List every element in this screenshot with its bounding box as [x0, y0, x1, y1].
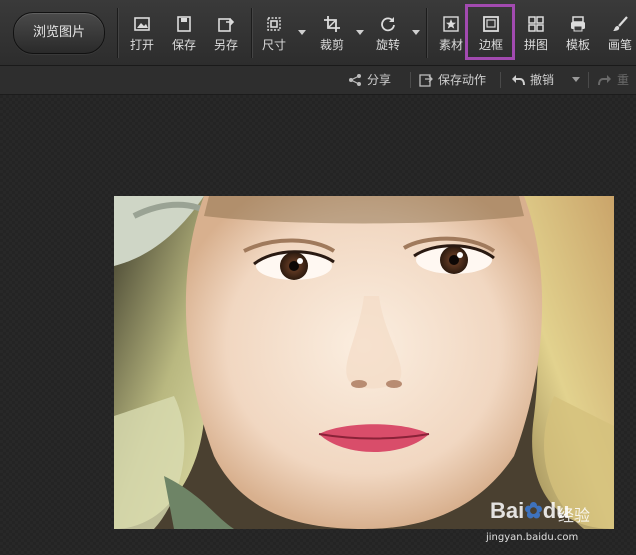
action-divider [500, 72, 501, 88]
save-icon [175, 15, 193, 33]
crop-label: 裁剪 [319, 38, 344, 52]
action-bar: 分享 保存动作 撤销 重做 [0, 66, 636, 115]
save-as-button[interactable]: 另存 [206, 6, 246, 58]
open-button[interactable]: 打开 [122, 6, 162, 58]
rotate-dropdown-arrow[interactable] [412, 30, 420, 35]
save-as-label: 另存 [213, 38, 238, 52]
edited-photo[interactable] [114, 196, 614, 529]
resize-button[interactable]: 尺寸 [254, 6, 294, 58]
toolbar-divider [251, 8, 253, 58]
jingyan-brand: 经验 [558, 506, 591, 525]
baidu-jingyan-watermark: Bai✿du 经验 jingyan.baidu.com [470, 492, 636, 555]
toolbar-divider [426, 8, 428, 58]
save-action-label: 保存动作 [438, 73, 487, 87]
border-tool-highlight [465, 4, 515, 60]
rotate-label: 旋转 [375, 38, 400, 52]
main-toolbar: 浏览图片 打开 保存 另存 尺寸 裁剪 旋转 素材 边框 拼图 模板 画笔 [0, 0, 636, 66]
watermark-url: jingyan.baidu.com [486, 532, 579, 543]
template-icon [569, 15, 587, 33]
browse-images-button[interactable]: 浏览图片 [13, 12, 105, 54]
portrait-image [114, 196, 614, 529]
brush-button[interactable]: 画笔 [600, 6, 636, 58]
resize-icon [265, 15, 283, 33]
template-label: 模板 [565, 38, 590, 52]
crop-icon [323, 15, 341, 33]
open-icon [133, 15, 151, 33]
redo-button[interactable]: 重做 [598, 66, 636, 115]
collage-label: 拼图 [523, 38, 548, 52]
crop-button[interactable]: 裁剪 [312, 6, 352, 58]
brush-icon [611, 15, 629, 33]
rotate-icon [379, 15, 397, 33]
collage-button[interactable]: 拼图 [516, 6, 556, 58]
crop-dropdown-arrow[interactable] [356, 30, 364, 35]
save-button[interactable]: 保存 [164, 6, 204, 58]
undo-icon [512, 75, 525, 86]
star-icon [442, 15, 460, 33]
share-label: 分享 [367, 73, 392, 87]
resize-label: 尺寸 [261, 38, 286, 52]
resize-dropdown-arrow[interactable] [298, 30, 306, 35]
undo-button[interactable]: 撤销 [511, 66, 554, 94]
save-label: 保存 [171, 38, 196, 52]
template-button[interactable]: 模板 [558, 6, 598, 58]
share-button[interactable]: 分享 [348, 66, 391, 94]
undo-label: 撤销 [530, 73, 555, 87]
undo-dropdown-arrow[interactable] [572, 77, 580, 82]
share-icon [349, 74, 361, 86]
save-action-button[interactable]: 保存动作 [419, 66, 486, 94]
save-as-icon [217, 15, 235, 33]
action-divider [410, 72, 411, 88]
toolbar-divider [117, 8, 119, 58]
action-divider [588, 72, 589, 88]
save-action-icon [419, 74, 433, 87]
open-label: 打开 [129, 38, 154, 52]
rotate-button[interactable]: 旋转 [368, 6, 408, 58]
redo-icon [598, 75, 611, 86]
grid-icon [527, 15, 545, 33]
brush-label: 画笔 [607, 38, 632, 52]
